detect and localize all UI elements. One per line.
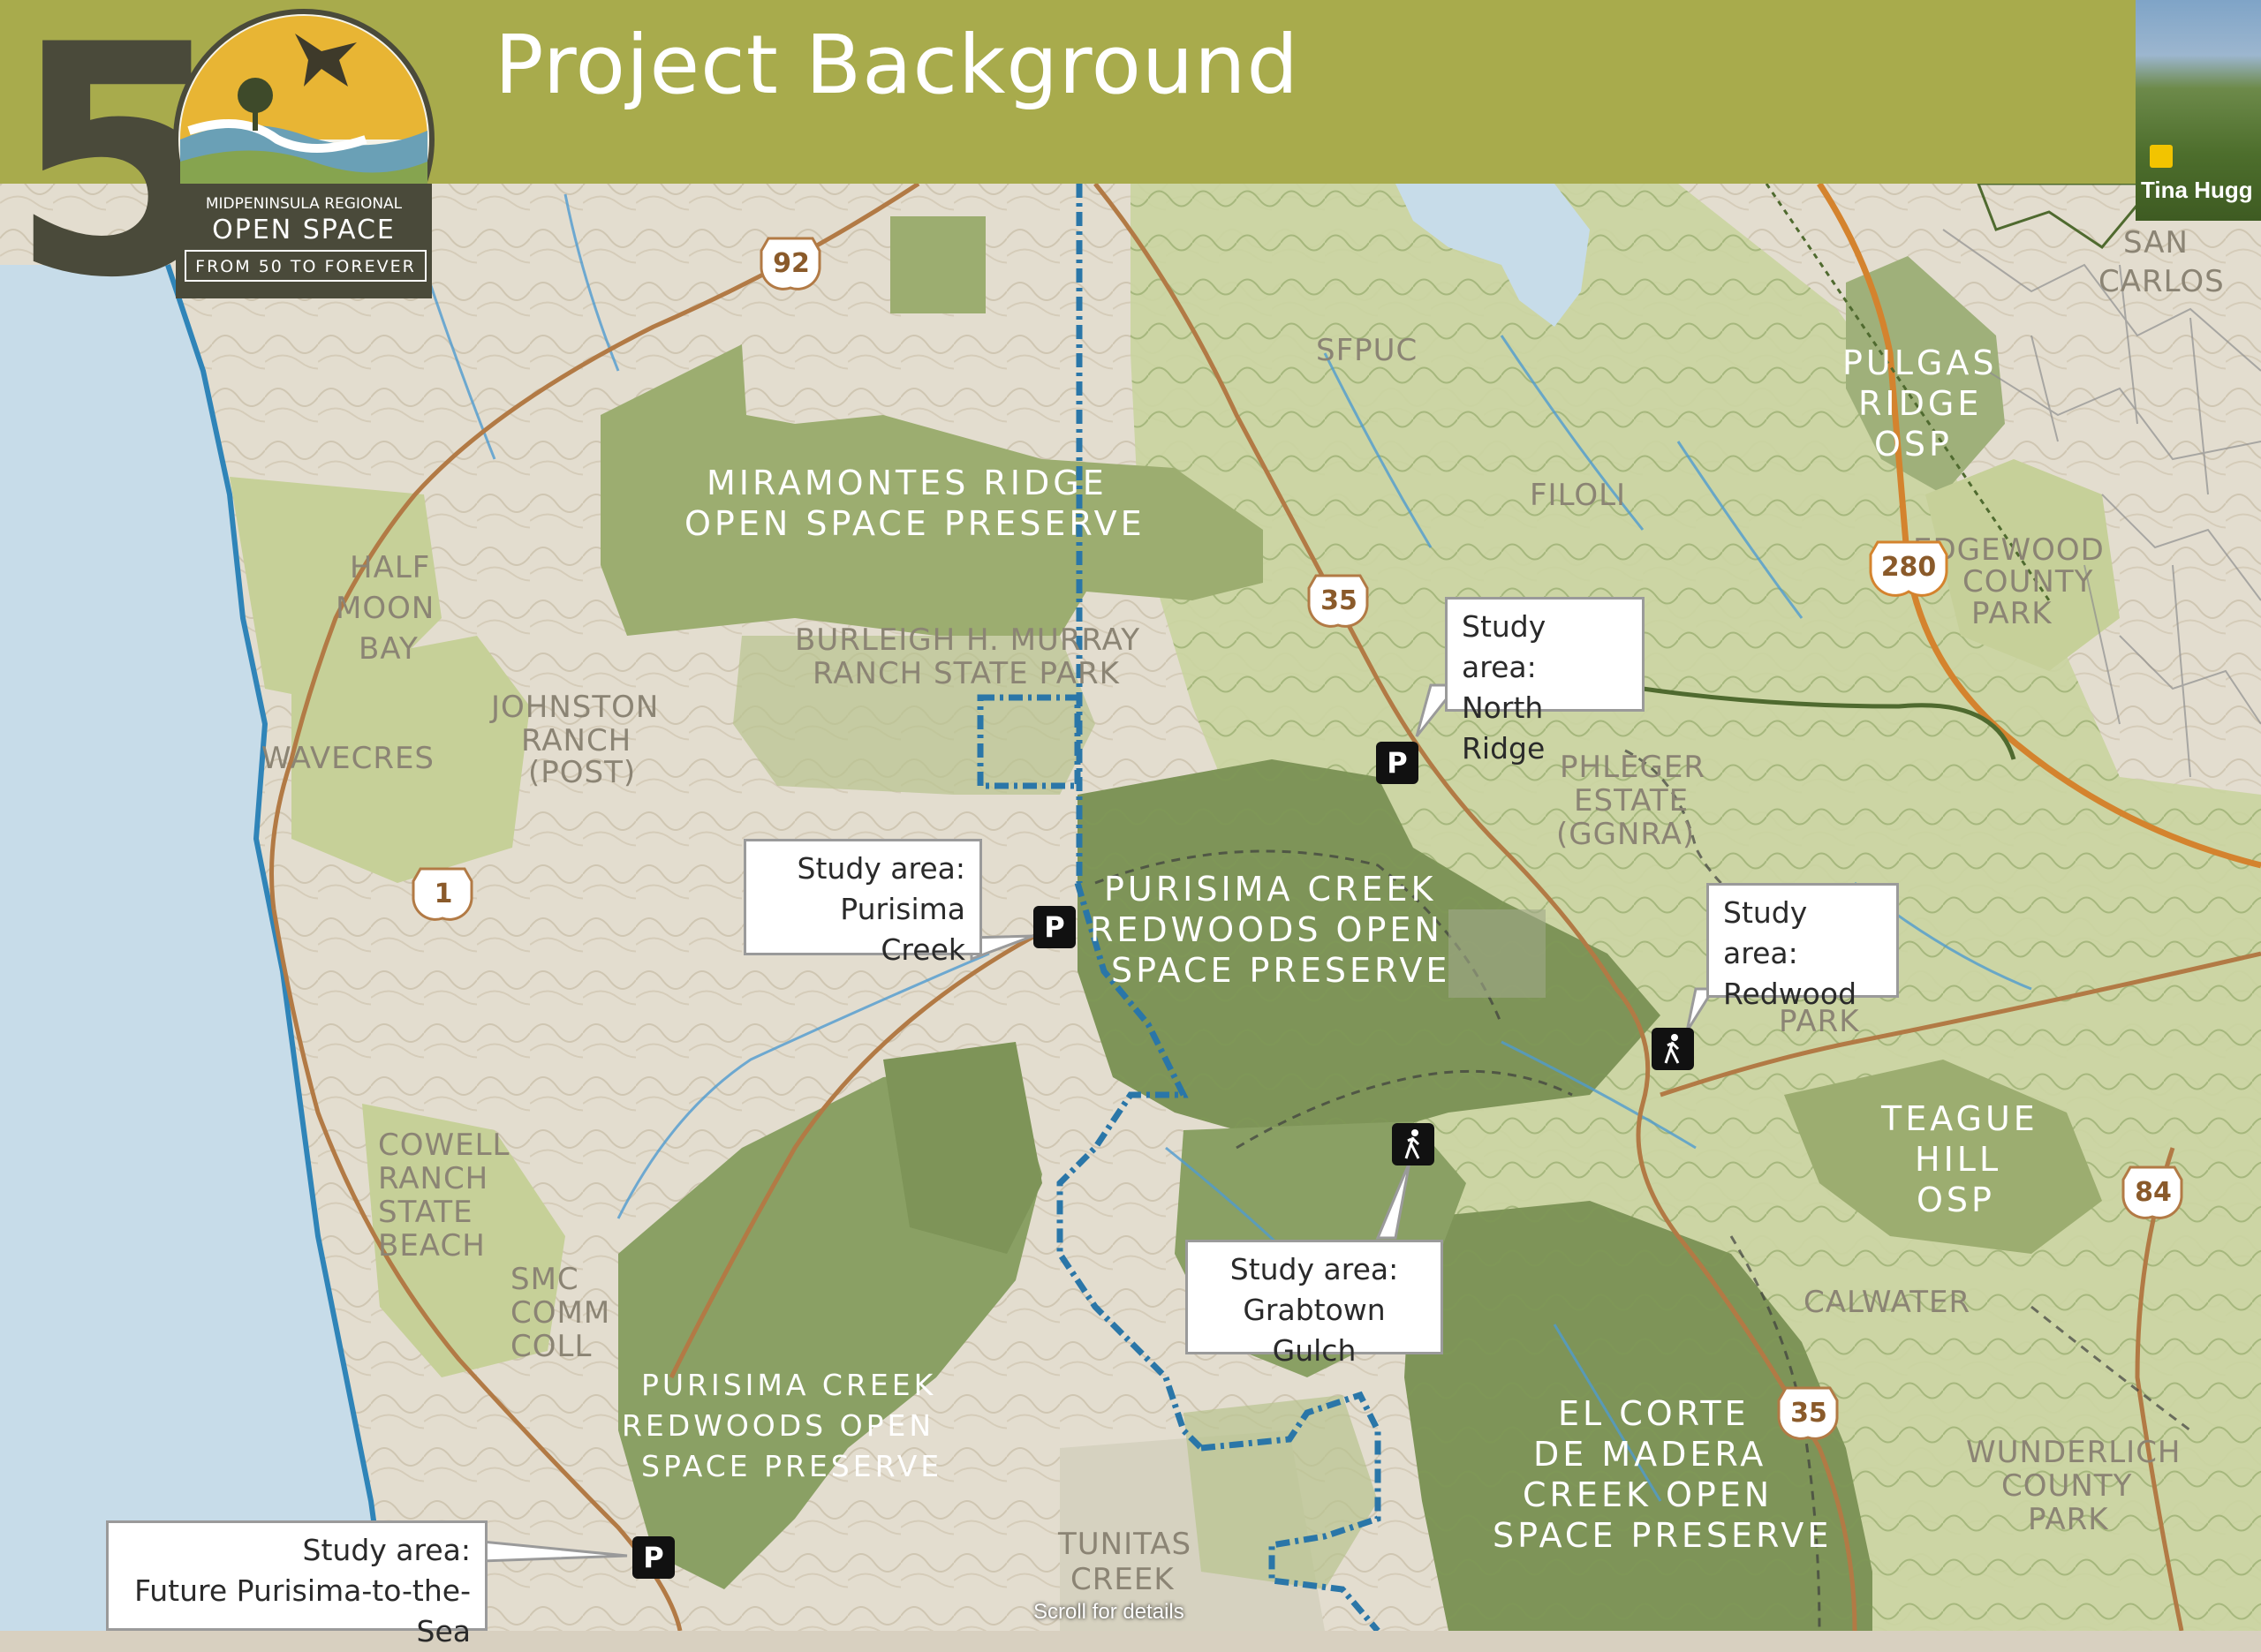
participant-icon xyxy=(2150,145,2173,168)
callout-redwood-line2: Redwood xyxy=(1723,977,1857,1011)
label-pulgas-1: PULGAS xyxy=(1842,343,1997,382)
participant-name: Tina Hugg xyxy=(2141,177,2253,203)
label-wunderlich-1: WUNDERLICH xyxy=(1966,1435,2182,1470)
label-pulgas-2: RIDGE xyxy=(1858,384,1982,423)
svg-text:FROM 50 TO FOREVER: FROM 50 TO FOREVER xyxy=(195,257,416,276)
label-teague-2: HILL xyxy=(1915,1140,2001,1179)
scroll-hint[interactable]: Scroll for details xyxy=(1033,1600,1184,1625)
callout-purisima-line2: Purisima Creek xyxy=(840,892,965,967)
label-san-carlos-1: SAN xyxy=(2123,225,2189,260)
label-calwater: CALWATER xyxy=(1804,1285,1970,1320)
label-tunitas-1: TUNITAS xyxy=(1057,1527,1191,1562)
callout-redwood: Study area: Redwood xyxy=(1706,883,1899,1011)
hiker-icon[interactable] xyxy=(1652,1028,1694,1070)
label-teague-1: TEAGUE xyxy=(1880,1099,2038,1138)
label-purisima-up-2: REDWOODS OPEN xyxy=(1090,910,1443,949)
svg-text:92: 92 xyxy=(773,248,810,279)
label-el-corte-1: EL CORTE xyxy=(1558,1394,1750,1433)
route-shield-35-south: 35 xyxy=(1777,1386,1839,1440)
label-purisima-up-3: SPACE PRESERVE xyxy=(1111,951,1450,990)
label-phleger-2: ESTATE xyxy=(1574,783,1689,818)
label-cowell-4: BEACH xyxy=(378,1228,486,1264)
svg-text:1: 1 xyxy=(435,879,453,909)
label-johnston-1: JOHNSTON xyxy=(489,690,659,725)
label-wunderlich-3: PARK xyxy=(2028,1502,2109,1537)
label-tunitas-2: CREEK xyxy=(1070,1562,1175,1597)
label-purisima-low-1: PURISIMA CREEK xyxy=(641,1368,936,1402)
label-wavecrest: WAVECRES xyxy=(261,741,435,776)
parking-icon[interactable]: P xyxy=(1376,742,1418,784)
parking-icon[interactable]: P xyxy=(1033,906,1076,948)
label-miramontes-1: MIRAMONTES RIDGE xyxy=(707,464,1108,502)
callout-north-ridge-line2: North Ridge xyxy=(1462,690,1546,766)
label-burleigh-2: RANCH STATE PARK xyxy=(813,656,1121,691)
label-edgewood-2: COUNTY xyxy=(1962,564,2093,600)
label-el-corte-4: SPACE PRESERVE xyxy=(1493,1516,1832,1555)
callout-grabtown-line1: Study area: xyxy=(1229,1252,1399,1286)
label-johnston-3: (POST) xyxy=(528,755,636,790)
label-burleigh-1: BURLEIGH H. MURRAY xyxy=(795,622,1140,658)
callout-grabtown-line2: Grabtown Gulch xyxy=(1243,1293,1386,1368)
svg-text:OPEN SPACE: OPEN SPACE xyxy=(212,215,396,245)
svg-text:35: 35 xyxy=(1320,585,1357,616)
parking-icon[interactable]: P xyxy=(632,1536,675,1579)
svg-text:84: 84 xyxy=(2135,1177,2172,1208)
callout-future-line2: Future Purisima-to-the-Sea xyxy=(134,1573,471,1648)
open-space-logo: 5 MIDPENINSULA REGIONAL OPEN SPACE FROM … xyxy=(12,7,435,298)
label-johnston-2: RANCH xyxy=(521,723,631,758)
route-shield-280: 280 xyxy=(1869,540,1948,597)
label-hmb-2: MOON xyxy=(336,591,435,626)
label-purisima-up-1: PURISIMA CREEK xyxy=(1104,870,1436,909)
route-shield-84: 84 xyxy=(2121,1165,2183,1219)
callout-north-ridge: Study area: North Ridge xyxy=(1445,597,1645,766)
label-cowell-1: COWELL xyxy=(378,1128,510,1163)
label-cowell-3: STATE xyxy=(378,1195,473,1230)
label-smc-3: COLL xyxy=(510,1329,592,1364)
route-shield-1: 1 xyxy=(412,867,473,921)
label-cowell-2: RANCH xyxy=(378,1161,488,1196)
label-edgewood-3: PARK xyxy=(1971,596,2053,631)
label-el-corte-2: DE MADERA xyxy=(1533,1435,1766,1474)
callout-future-purisima: Study area: Future Purisima-to-the-Sea xyxy=(106,1520,488,1648)
label-miramontes-2: OPEN SPACE PRESERVE xyxy=(684,504,1146,543)
callout-future-line1: Study area: xyxy=(302,1533,471,1567)
label-el-corte-3: CREEK OPEN xyxy=(1523,1475,1773,1514)
callout-grabtown-gulch: Study area: Grabtown Gulch xyxy=(1185,1240,1443,1368)
callout-purisima-line1: Study area: xyxy=(797,851,965,886)
label-purisima-low-2: REDWOODS OPEN xyxy=(622,1408,934,1443)
label-purisima-low-3: SPACE PRESERVE xyxy=(641,1449,942,1483)
label-hmb-3: BAY xyxy=(359,631,419,667)
participant-video[interactable]: Tina Hugg xyxy=(2136,0,2261,221)
callout-purisima-creek: Study area: Purisima Creek xyxy=(744,839,982,967)
label-teague-3: OSP xyxy=(1917,1181,1995,1219)
label-wunderlich-2: COUNTY xyxy=(2001,1468,2132,1504)
label-phleger-3: (GGNRA) xyxy=(1556,817,1695,852)
svg-text:MIDPENINSULA REGIONAL: MIDPENINSULA REGIONAL xyxy=(206,195,403,213)
route-shield-92: 92 xyxy=(760,237,821,290)
callout-north-ridge-line1: Study area: xyxy=(1462,609,1546,684)
label-sfpuc: SFPUC xyxy=(1316,333,1418,368)
page-title: Project Background xyxy=(495,18,1299,112)
label-pulgas-3: OSP xyxy=(1874,425,1953,464)
svg-text:35: 35 xyxy=(1790,1398,1827,1429)
label-filoli: FILOLI xyxy=(1530,478,1626,513)
callout-redwood-line1: Study area: xyxy=(1723,895,1808,970)
route-shield-35-north: 35 xyxy=(1307,574,1369,628)
label-hmb-1: HALF xyxy=(350,550,430,585)
hiker-icon[interactable] xyxy=(1392,1123,1434,1165)
svg-text:280: 280 xyxy=(1881,552,1937,583)
label-smc-2: COMM xyxy=(510,1295,610,1331)
label-smc-1: SMC xyxy=(510,1262,579,1297)
label-san-carlos-2: CARLOS xyxy=(2098,264,2225,299)
